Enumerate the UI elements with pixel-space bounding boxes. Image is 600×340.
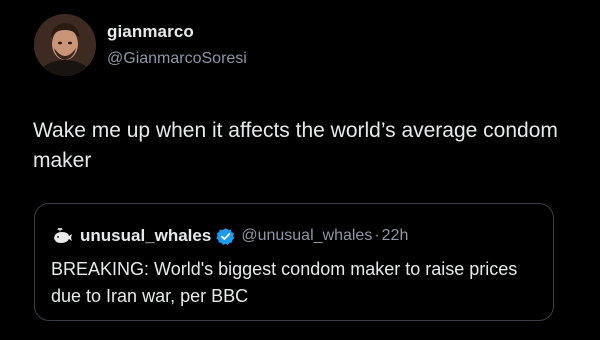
verified-badge-icon bbox=[216, 227, 235, 246]
quoted-tweet-card[interactable]: unusual_whales @unusual_whales · 22h BRE… bbox=[34, 203, 554, 321]
quoted-tweet-text: BREAKING: World's biggest condom maker t… bbox=[51, 259, 518, 306]
separator-dot: · bbox=[374, 227, 380, 244]
author-name[interactable]: gianmarco bbox=[107, 22, 194, 42]
quoted-tweet-time[interactable]: 22h bbox=[382, 227, 409, 245]
profile-photo-icon bbox=[34, 14, 96, 76]
quoted-author-name[interactable]: unusual_whales bbox=[80, 226, 211, 246]
tweet: gianmarco @GianmarcoSoresi Wake me up wh… bbox=[0, 0, 600, 340]
tweet-text: Wake me up when it affects the world’s a… bbox=[33, 119, 558, 172]
whale-icon[interactable] bbox=[51, 225, 73, 247]
quoted-author-handle[interactable]: @unusual_whales bbox=[241, 227, 372, 245]
quoted-tweet-header: unusual_whales @unusual_whales · 22h bbox=[51, 224, 408, 248]
author-avatar[interactable] bbox=[34, 14, 96, 76]
author-handle[interactable]: @GianmarcoSoresi bbox=[107, 50, 247, 68]
